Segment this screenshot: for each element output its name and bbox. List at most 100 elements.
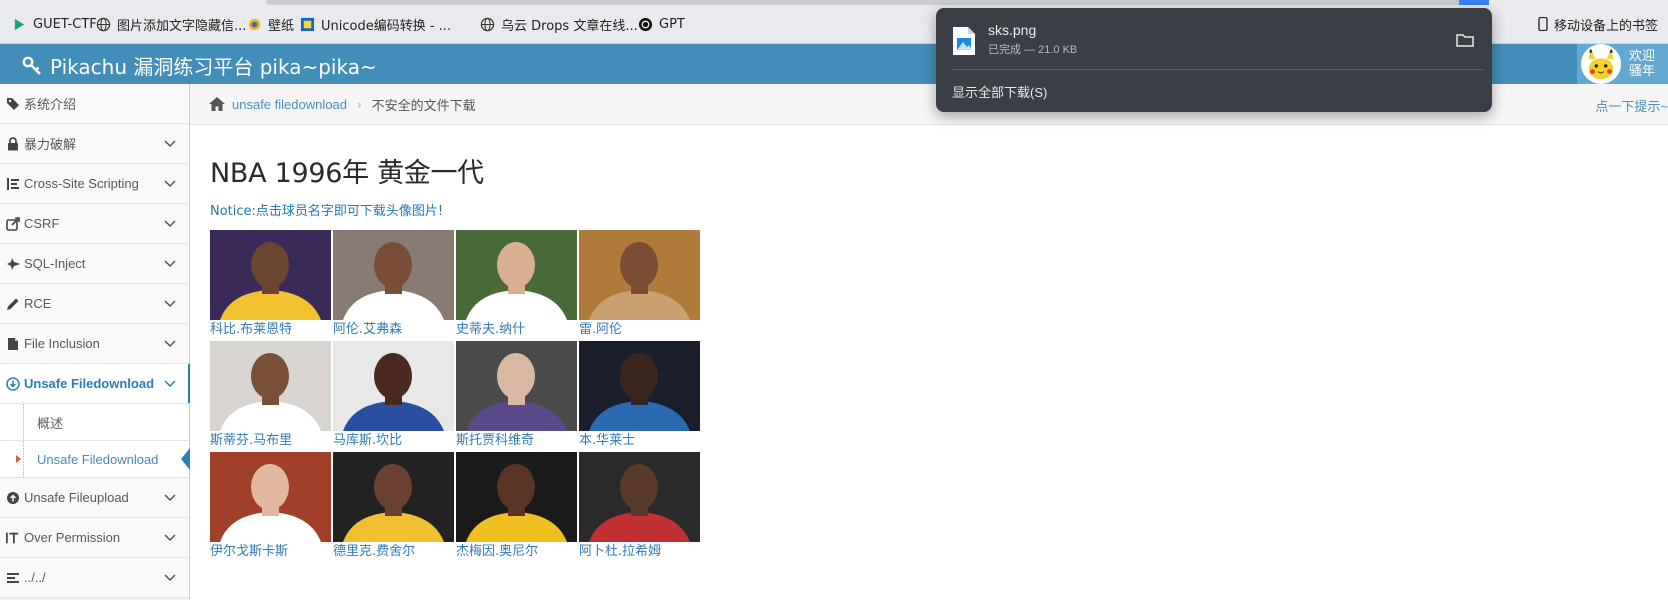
user-greeting: 欢迎 骚年 bbox=[1629, 49, 1655, 79]
player-card: 斯托贾科维奇 bbox=[456, 341, 579, 451]
player-download-link[interactable]: 德里克.费舍尔 bbox=[333, 542, 456, 562]
player-card: 马库斯.坎比 bbox=[333, 341, 456, 451]
chevron-down-icon bbox=[164, 300, 176, 308]
show-all-downloads-button[interactable]: 显示全部下载(S) bbox=[952, 82, 1047, 101]
folder-icon[interactable] bbox=[1456, 32, 1474, 48]
player-download-link[interactable]: 斯蒂芬.马布里 bbox=[210, 431, 333, 451]
player-photo bbox=[210, 452, 331, 542]
player-download-link[interactable]: 科比.布莱恩特 bbox=[210, 320, 333, 340]
greeting-line1: 欢迎 bbox=[1629, 49, 1656, 64]
sidebar-item-file-inclusion[interactable]: File Inclusion bbox=[0, 324, 189, 364]
sidebar-item-intro[interactable]: 系统介绍 bbox=[0, 84, 189, 124]
sidebar-item-bruteforce[interactable]: 暴力破解 bbox=[0, 124, 189, 164]
player-photo bbox=[579, 341, 700, 431]
bookmark-label: 壁纸 bbox=[268, 18, 295, 34]
bookmark-wallpaper[interactable]: 壁纸 bbox=[247, 14, 294, 34]
chevron-down-icon bbox=[164, 380, 176, 388]
player-photo bbox=[333, 452, 454, 542]
download-icon bbox=[6, 376, 20, 391]
globe-icon bbox=[96, 17, 111, 31]
player-photo bbox=[210, 230, 331, 320]
player-card: 本.华莱士 bbox=[579, 341, 702, 451]
bookmark-unicode[interactable]: Unicode编码转换 - ... bbox=[300, 14, 451, 34]
bookmark-label: Unicode编码转换 - ... bbox=[321, 18, 452, 34]
openai-icon bbox=[638, 17, 653, 31]
breadcrumb-link[interactable]: unsafe filedownload bbox=[232, 97, 347, 112]
main-content: NBA 1996年 黄金一代 Notice:点击球员名字即可下载头像图片! 科比… bbox=[210, 125, 702, 562]
sidebar-item-sqli[interactable]: SQL-Inject bbox=[0, 244, 189, 284]
external-link-icon bbox=[6, 216, 20, 231]
file-icon bbox=[6, 337, 20, 351]
player-photo bbox=[456, 452, 577, 542]
fighter-jet-icon bbox=[6, 257, 20, 271]
align-left-icon bbox=[6, 571, 20, 585]
bookmark-mobile[interactable]: 移动设备上的书签 bbox=[1538, 14, 1658, 34]
player-card: 史蒂夫.纳什 bbox=[456, 230, 579, 340]
bookmark-wooyun[interactable]: 乌云 Drops 文章在线... bbox=[480, 14, 638, 34]
globe-icon bbox=[480, 17, 495, 31]
player-download-link[interactable]: 马库斯.坎比 bbox=[333, 431, 456, 451]
player-download-link[interactable]: 杰梅因.奥尼尔 bbox=[456, 542, 579, 562]
greeting-line2: 骚年 bbox=[1629, 64, 1656, 79]
tags-icon bbox=[6, 97, 20, 111]
bookmark-label: 移动设备上的书签 bbox=[1553, 18, 1658, 34]
player-download-link[interactable]: 史蒂夫.纳什 bbox=[456, 320, 579, 340]
player-download-link[interactable]: 本.华莱士 bbox=[579, 431, 702, 451]
player-photo bbox=[333, 341, 454, 431]
player-photo bbox=[579, 452, 700, 542]
player-card: 德里克.费舍尔 bbox=[333, 452, 456, 562]
sidebar-item-over-permission[interactable]: Over Permission bbox=[0, 518, 189, 558]
sidebar-subitem-unsafe-filedownload[interactable]: Unsafe Filedownload bbox=[0, 441, 190, 478]
sidebar-item-label: File Inclusion bbox=[24, 336, 100, 351]
chevron-down-icon bbox=[164, 140, 176, 148]
sidebar-subitem-label: 概述 bbox=[37, 415, 64, 431]
mobile-icon bbox=[1538, 17, 1548, 31]
player-download-link[interactable]: 伊尔戈斯卡斯 bbox=[210, 542, 333, 562]
bookmark-label: 乌云 Drops 文章在线... bbox=[501, 18, 638, 34]
user-menu[interactable]: 欢迎 骚年 bbox=[1577, 44, 1668, 84]
breadcrumb-current: 不安全的文件下载 bbox=[371, 97, 476, 113]
lock-icon bbox=[6, 136, 20, 151]
chevron-down-icon bbox=[164, 340, 176, 348]
sidebar-subitem-overview[interactable]: 概述 bbox=[0, 404, 189, 441]
player-download-link[interactable]: 斯托贾科维奇 bbox=[456, 431, 579, 451]
player-photo bbox=[456, 341, 577, 431]
bookmark-image-text[interactable]: 图片添加文字隐藏信... bbox=[96, 14, 246, 34]
upload-icon bbox=[6, 491, 20, 505]
bookmark-label: GPT bbox=[659, 16, 685, 32]
sidebar-item-csrf[interactable]: CSRF bbox=[0, 204, 189, 244]
sidebar-item-unsafe-fileupload[interactable]: Unsafe Fileupload bbox=[0, 478, 189, 518]
sidebar-item-dir-traversal[interactable]: ../../ bbox=[0, 558, 189, 598]
address-bar-button-edge[interactable] bbox=[1459, 0, 1489, 5]
download-popup: sks.png 已完成 — 21.0 KB 显示全部下载(S) bbox=[936, 8, 1492, 112]
caret-right-icon bbox=[16, 455, 21, 463]
bookmark-guet-ctf[interactable]: GUET-CTF bbox=[12, 14, 97, 34]
brand-text: Pikachu 漏洞练习平台 pika~pika~ bbox=[50, 55, 377, 79]
chevron-down-icon bbox=[164, 574, 176, 582]
player-download-link[interactable]: 阿伦.艾弗森 bbox=[333, 320, 456, 340]
player-photo bbox=[210, 341, 331, 431]
wallpaper-icon bbox=[248, 18, 261, 30]
text-height-icon bbox=[6, 531, 20, 545]
brand[interactable]: Pikachu 漏洞练习平台 pika~pika~ bbox=[22, 51, 377, 80]
player-download-link[interactable]: 阿卜杜.拉希姆 bbox=[579, 542, 702, 562]
sidebar-item-xss[interactable]: Cross-Site Scripting bbox=[0, 164, 189, 204]
download-filename[interactable]: sks.png bbox=[988, 22, 1036, 38]
hint-link[interactable]: 点一下提示~ bbox=[1595, 96, 1668, 115]
key-icon bbox=[22, 56, 41, 75]
image-file-icon bbox=[953, 27, 975, 55]
sidebar-subitem-label: Unsafe Filedownload bbox=[37, 451, 159, 467]
sidebar-item-rce[interactable]: RCE bbox=[0, 284, 189, 324]
download-status: 已完成 — 21.0 KB bbox=[988, 44, 1078, 56]
sidebar-item-label: Over Permission bbox=[24, 530, 121, 545]
list-icon bbox=[6, 177, 20, 191]
player-download-link[interactable]: 雷.阿伦 bbox=[579, 320, 702, 340]
bookmark-label: GUET-CTF bbox=[33, 16, 97, 32]
player-photo bbox=[456, 230, 577, 320]
sidebar: 系统介绍 暴力破解 Cross-Site Scripting CSRF SQL-… bbox=[0, 84, 190, 600]
sidebar-item-unsafe-filedownload[interactable]: Unsafe Filedownload bbox=[0, 364, 190, 404]
bookmark-gpt[interactable]: GPT bbox=[638, 14, 685, 34]
sidebar-item-label: CSRF bbox=[24, 216, 60, 231]
chevron-down-icon bbox=[164, 220, 176, 228]
player-card: 斯蒂芬.马布里 bbox=[210, 341, 333, 451]
